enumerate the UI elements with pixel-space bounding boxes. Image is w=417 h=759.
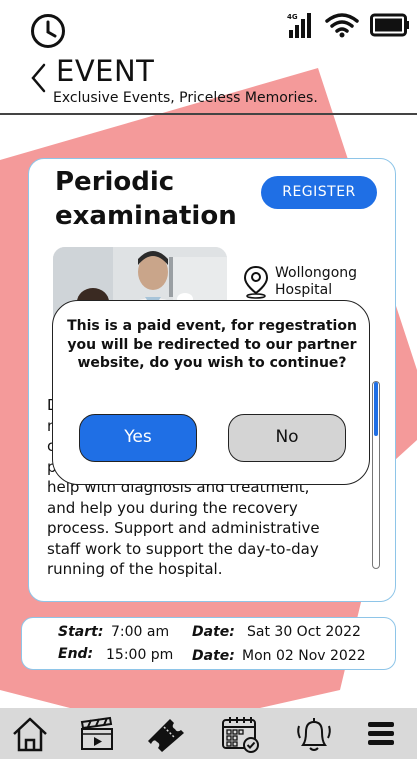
tickets-icon[interactable] — [146, 714, 186, 754]
clock-icon — [31, 14, 65, 48]
start-label: Start: — [58, 624, 104, 640]
wifi-icon — [325, 13, 359, 38]
event-title: Periodic examination — [55, 165, 255, 233]
bottom-nav — [0, 708, 417, 759]
location-pin-icon — [243, 265, 269, 299]
no-button[interactable]: No — [228, 414, 346, 462]
header-divider — [0, 113, 417, 115]
event-title-line-2: examination — [55, 201, 237, 231]
event-title-line-1: Periodic — [55, 167, 175, 197]
start-time: 7:00 am — [111, 624, 170, 640]
page-subtitle: Exclusive Events, Priceless Memories. — [53, 90, 318, 106]
description-line: process. Support and administrative — [47, 519, 320, 537]
description-line: running of the hospital. — [47, 560, 223, 578]
back-chevron-icon[interactable] — [28, 62, 50, 94]
home-icon[interactable] — [10, 714, 50, 754]
page-title: EVENT — [56, 54, 155, 88]
menu-icon[interactable] — [362, 714, 402, 754]
calendar-icon[interactable] — [220, 714, 260, 754]
dialog-message: This is a paid event, for regestration y… — [67, 318, 357, 371]
register-button[interactable]: REGISTER — [261, 176, 377, 209]
network-label: 4G — [287, 13, 298, 21]
schedule-card: Start: 7:00 am End: 15:00 pm Date: Sat 3… — [21, 617, 396, 670]
location-text: Wollongong Hospital — [275, 265, 357, 299]
end-date: Mon 02 Nov 2022 — [242, 648, 366, 664]
end-label: End: — [58, 646, 94, 662]
signal-icon: 4G — [287, 13, 311, 38]
description-line: and help you during the recovery — [47, 498, 298, 517]
location-line-1: Wollongong — [275, 265, 358, 281]
status-bar: 4G — [0, 0, 417, 50]
location-line-2: Hospital — [275, 282, 333, 298]
paid-event-dialog: This is a paid event, for regestration y… — [52, 300, 370, 485]
end-date-label: Date: — [192, 648, 235, 664]
start-date-label: Date: — [192, 624, 235, 640]
notifications-icon[interactable] — [294, 714, 334, 754]
description-line: staff work to support the day-to-day — [47, 539, 319, 558]
end-time: 15:00 pm — [106, 647, 174, 663]
start-date: Sat 30 Oct 2022 — [247, 624, 361, 640]
description-scrollbar[interactable] — [372, 381, 380, 569]
movies-icon[interactable] — [77, 714, 117, 754]
scrollbar-thumb[interactable] — [374, 382, 378, 436]
yes-button[interactable]: Yes — [79, 414, 197, 462]
battery-icon — [370, 13, 409, 37]
